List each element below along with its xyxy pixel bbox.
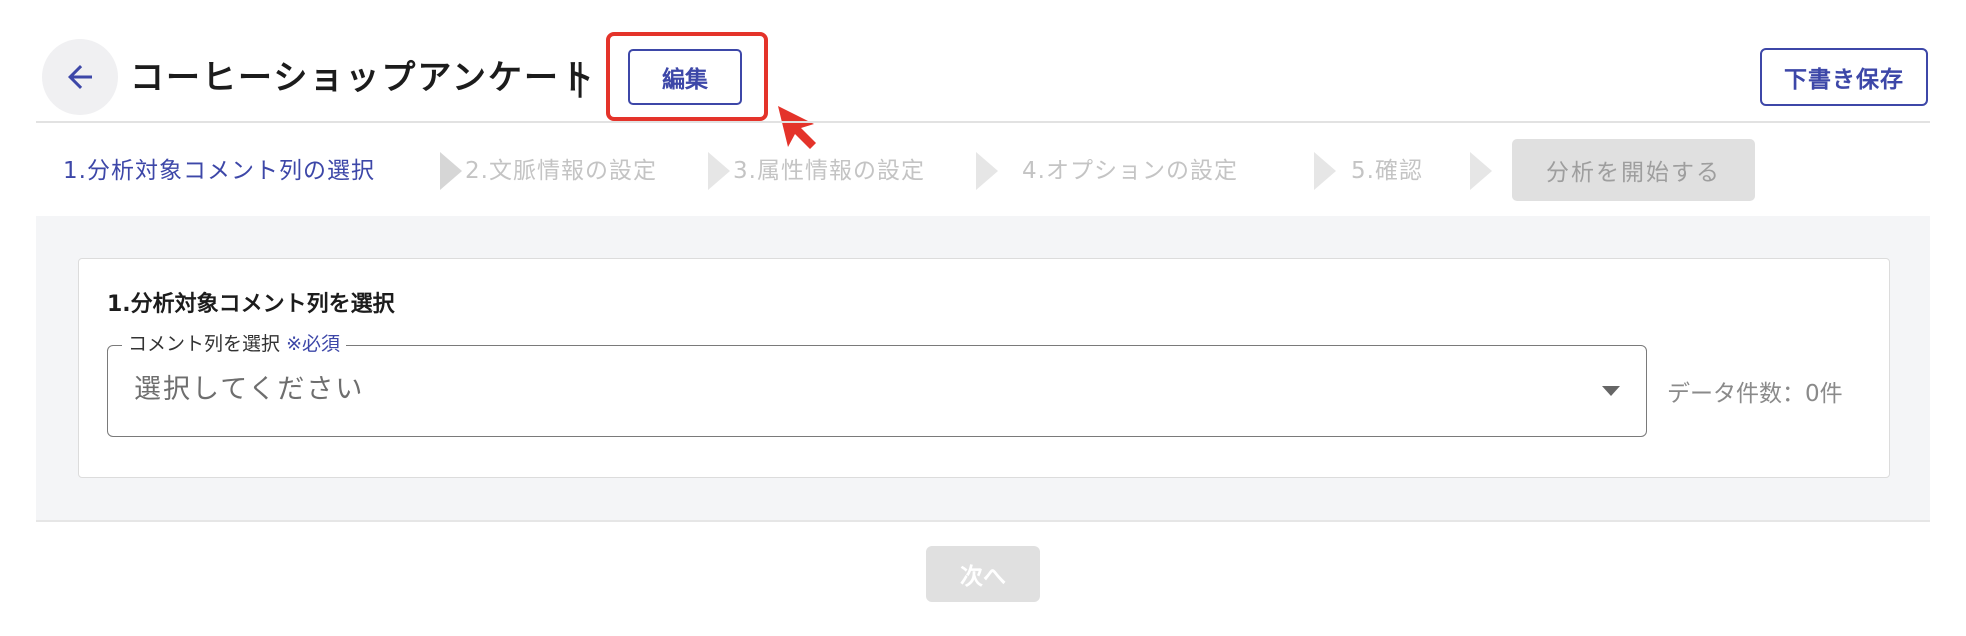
start-analysis-button[interactable]: 分析を開始する: [1512, 139, 1755, 201]
step-4-label: 4.オプションの設定: [1022, 158, 1238, 184]
section-heading: 1.分析対象コメント列を選択: [107, 292, 395, 317]
comment-column-select[interactable]: コメント列を選択 ※必須 選択してください: [107, 332, 1647, 437]
select-label: コメント列を選択 ※必須: [122, 332, 346, 356]
title-separator: |: [574, 57, 587, 98]
caret-down-icon: [1602, 386, 1620, 396]
chevron-right-icon: [976, 152, 998, 190]
back-button[interactable]: [42, 39, 118, 115]
chevron-right-icon: [1470, 152, 1492, 190]
step-3-label: 3.属性情報の設定: [733, 158, 925, 184]
select-placeholder: 選択してください: [134, 374, 365, 405]
next-button[interactable]: 次へ: [926, 546, 1040, 602]
select-label-text: コメント列を選択: [128, 333, 281, 355]
edit-button[interactable]: 編集: [628, 49, 742, 105]
arrow-left-icon: [68, 65, 92, 89]
data-count: データ件数：0件: [1667, 381, 1843, 407]
step-2-label: 2.文脈情報の設定: [465, 158, 657, 184]
comment-column-card: 1.分析対象コメント列を選択 コメント列を選択 ※必須 選択してください データ…: [78, 258, 1890, 478]
chevron-right-icon: [440, 152, 462, 190]
chevron-right-icon: [1314, 152, 1336, 190]
step-1-label[interactable]: 1.分析対象コメント列の選択: [63, 154, 375, 188]
page-title: コーヒーショップアンケート: [130, 58, 596, 98]
header-divider: [36, 121, 1930, 123]
draft-save-button[interactable]: 下書き保存: [1760, 48, 1928, 106]
required-mark: ※必須: [286, 333, 340, 355]
step-5-label: 5.確認: [1351, 158, 1423, 184]
chevron-right-icon: [708, 152, 730, 190]
